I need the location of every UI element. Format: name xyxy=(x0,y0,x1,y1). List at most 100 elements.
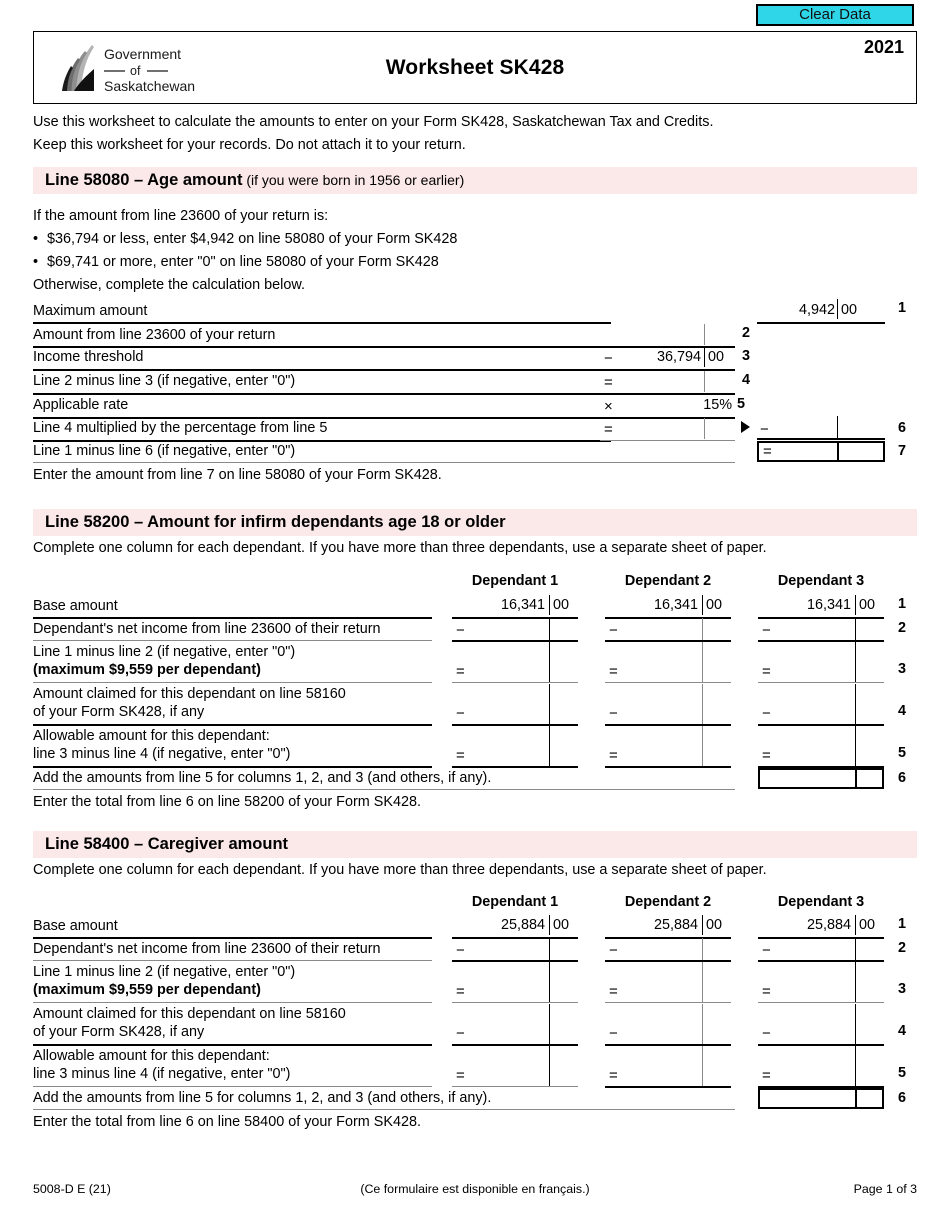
section-2-row-1-rule-label xyxy=(33,617,432,619)
section-3-row-4-rule-col-2 xyxy=(605,1044,731,1047)
section-1-row-5-rate: 15% xyxy=(703,397,732,413)
section-2-instruction: Complete one column for each dependant. … xyxy=(33,539,767,557)
section-2-total-box[interactable] xyxy=(758,768,884,789)
section-3-row-2-rule-col-2 xyxy=(605,960,731,963)
section-3-row-5-col-3-operator: = xyxy=(762,1067,771,1084)
section-1-row-1-label: Maximum amount xyxy=(33,303,148,319)
section-2-row-4-col-2-operator: − xyxy=(609,705,618,722)
section-1-bullet-2-rest: , enter "0" on line 58080 of your Form S… xyxy=(152,254,439,270)
section-2-row-4-rule-col-1 xyxy=(452,724,578,727)
section-2-instruction-pre: Complete one column for xyxy=(33,540,198,556)
section-3-row-2-rule-label xyxy=(33,960,432,961)
section-1-row-7-number: 7 xyxy=(898,443,907,459)
section-1-bullet-1: • $36,794 or less, enter $4,942 on line 5… xyxy=(33,231,458,247)
section-2-column-header-3: Dependant 3 xyxy=(777,573,865,589)
section-1-banner-text: Line 58080 – Age amount (if you were bor… xyxy=(45,170,464,191)
section-3-row-4-rule-col-3 xyxy=(758,1044,884,1047)
section-1-row-6-operator: = xyxy=(604,421,613,438)
section-1-row-3-operator: − xyxy=(604,350,613,367)
section-3-row-3-rule-col-3 xyxy=(758,1002,884,1003)
section-2-row-2-col-1-operator: − xyxy=(456,622,465,639)
section-1-row-3-number: 3 xyxy=(742,348,751,364)
section-2-row-1-col-1-cents: 00 xyxy=(553,597,570,613)
section-3-row-5-rule-label xyxy=(33,1086,432,1087)
section-1-bullet-2: • $69,741 or more, enter "0" on line 5808… xyxy=(33,254,439,270)
section-3-row-1-col-1-cents: 00 xyxy=(553,917,570,933)
section-3-row-1-col-3-cents-divider xyxy=(855,915,857,935)
section-3-row-3-rule-col-1 xyxy=(452,1002,578,1003)
section-3-row-4-col-3-operator: − xyxy=(762,1025,771,1042)
section-2-row-3-rule-label xyxy=(33,682,432,683)
carry-forward-arrow-icon xyxy=(741,421,750,433)
section-1-row-7-right-operator: = xyxy=(763,443,772,460)
section-2-row-4-col-2-cents-divider xyxy=(702,684,704,724)
section-3-instruction: Complete one column for each dependant. … xyxy=(33,861,767,879)
section-1-row-5-operator: × xyxy=(604,398,613,415)
intro-line-1: Use this worksheet to calculate the amou… xyxy=(33,114,714,130)
section-1-row-3-cents-divider xyxy=(704,347,706,367)
section-2-row-5-label-1: Allowable amount for this dependant: xyxy=(33,728,270,744)
section-1-row-1-cents[interactable]: 00 xyxy=(841,302,865,319)
section-2-row-3-col-3-cents-divider xyxy=(855,642,857,682)
section-2-row-1-col-3-cents-divider xyxy=(855,595,857,615)
section-3-row-4-col-2-operator: − xyxy=(609,1025,618,1042)
section-3-row-4-col-1-cents-divider xyxy=(549,1004,551,1044)
section-2-row-4-label-2: of your Form SK428, if any xyxy=(33,704,205,720)
section-3-banner-text: Line 58400 – Caregiver amount xyxy=(45,835,289,853)
section-2-banner-text: Line 58200 – Amount for infirm dependant… xyxy=(45,513,506,531)
section-2-banner: Line 58200 – Amount for infirm dependant… xyxy=(33,509,917,536)
section-2-row-2-col-2-operator: − xyxy=(609,622,618,639)
section-2-row-4-col-3-cents-divider xyxy=(855,684,857,724)
section-1-row-5-number: 5 xyxy=(737,396,746,412)
logo-line-saskatchewan: Saskatchewan xyxy=(104,78,195,94)
section-1-row-2-cents-divider xyxy=(704,324,706,345)
section-3-row-2-label: Dependant's net income from line 23600 o… xyxy=(33,941,381,957)
section-1-row-2-label: Amount from line 23600 of your return xyxy=(33,327,276,343)
section-1-row-1-dollars[interactable]: 4,942 xyxy=(760,302,835,319)
section-2-total-rule xyxy=(33,789,735,790)
section-1-row-4-label: Line 2 minus line 3 (if negative, enter … xyxy=(33,373,296,389)
section-3-row-5-col-2-cents-divider xyxy=(702,1046,704,1086)
section-1-row-7-rule-left xyxy=(33,462,735,463)
section-1-row-4-rule-right xyxy=(600,393,735,396)
section-3-column-header-1: Dependant 1 xyxy=(471,894,559,910)
section-2-row-2-col-3-operator: − xyxy=(762,622,771,639)
section-1-row-3-rule-left xyxy=(33,369,611,371)
section-2-row-3-rule-col-3 xyxy=(758,682,884,683)
section-3-row-1-number: 1 xyxy=(898,916,907,932)
section-2-row-1-col-2-cents-divider xyxy=(702,595,704,615)
section-2-row-3-rule-col-2 xyxy=(605,682,731,683)
section-2-row-4-rule-label xyxy=(33,724,432,726)
section-1-intro: If the amount from line 23600 of your re… xyxy=(33,208,329,224)
section-2-row-5-rule-label xyxy=(33,766,432,768)
section-1-line-7-total-box[interactable] xyxy=(757,441,885,462)
clear-data-button[interactable]: Clear Data xyxy=(756,4,914,26)
worksheet-page: Clear Data Government of Saskatchewan Wo… xyxy=(0,0,950,1230)
section-2-row-2-rule-col-2 xyxy=(605,640,731,643)
section-3-total-box[interactable] xyxy=(758,1088,884,1109)
section-2-row-5-col-3-cents-divider xyxy=(855,726,857,766)
section-1-row-4-number: 4 xyxy=(742,372,751,388)
section-2-row-3-col-2-cents-divider xyxy=(702,642,704,682)
section-2-row-5-rule-col-2 xyxy=(605,766,731,768)
section-3-instruction-bold: each xyxy=(197,862,229,878)
section-1-row-4-operator: = xyxy=(604,374,613,391)
section-2-row-3-col-1-operator: = xyxy=(456,663,465,680)
section-1-row-5-label: Applicable rate xyxy=(33,397,129,413)
section-2-instruction-post: dependant. If you have more than three d… xyxy=(229,540,767,556)
section-3-row-5-label-1: Allowable amount for this dependant: xyxy=(33,1048,270,1064)
section-1-title: Line 58080 – Age amount xyxy=(45,171,243,189)
section-1-row-5-rule-right xyxy=(600,417,735,419)
section-1-row-1-rule-right xyxy=(757,322,885,324)
section-2-row-5-col-2-cents-divider xyxy=(702,726,704,766)
section-3-row-2-col-3-operator: − xyxy=(762,942,771,959)
section-3-banner: Line 58400 – Caregiver amount xyxy=(33,831,917,858)
section-3-row-3-col-2-cents-divider xyxy=(702,962,704,1002)
section-1-bullet-1-bold: $36,794 or less xyxy=(47,231,146,247)
section-2-row-4-rule-col-3 xyxy=(758,724,884,727)
section-1-bullet-1-rest: , enter $4,942 on line 58080 of your For… xyxy=(145,231,458,247)
section-1-row-2-number: 2 xyxy=(742,325,751,341)
section-1-row-1-rule-left xyxy=(33,322,611,324)
section-1-row-6-cents-divider xyxy=(837,416,839,438)
section-2-row-5-rule-col-1 xyxy=(452,766,578,768)
